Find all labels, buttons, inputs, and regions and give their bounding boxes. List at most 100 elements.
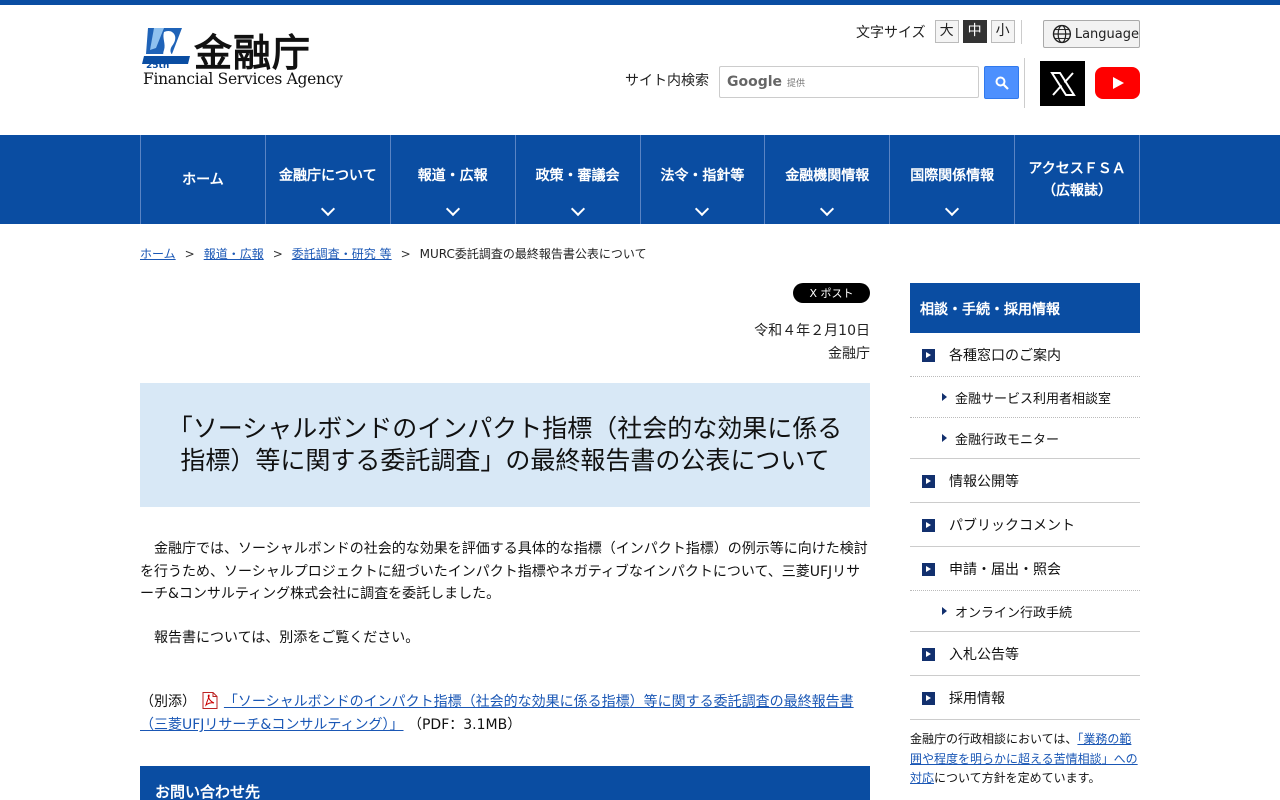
google-provided-text: 提供 <box>787 78 806 89</box>
chevron-down-icon <box>945 201 960 217</box>
google-brand-text: Google <box>727 74 783 90</box>
search-button[interactable] <box>984 66 1019 99</box>
nav-label: 法令・指針等 <box>660 167 745 184</box>
nav-label-sub: （広報誌） <box>1042 182 1113 199</box>
chevron-down-icon <box>320 201 335 217</box>
sidebar-item-label: 金融行政モニター <box>955 432 1060 448</box>
sidebar-subitem-consumer-desk[interactable]: 金融サービス利用者相談室 <box>910 377 1140 418</box>
arrow-square-icon <box>922 562 935 576</box>
attachment-size: （PDF：3.1MB） <box>407 717 522 733</box>
breadcrumb-research[interactable]: 委託調査・研究 等 <box>292 245 392 262</box>
sidebar-item-label: 各種窓口のご案内 <box>949 347 1061 364</box>
sidebar-item-label: 採用情報 <box>949 690 1005 707</box>
font-size-switcher: 文字サイズ 大 中 小 <box>856 20 1015 43</box>
site-search-label: サイト内検索 <box>625 73 709 89</box>
logo-japanese-name: 金融庁 <box>194 30 312 75</box>
font-size-label: 文字サイズ <box>856 24 926 41</box>
language-label: Language <box>1074 26 1139 42</box>
sidebar-item-windows[interactable]: 各種窓口のご案内 <box>910 333 1140 377</box>
nav-label: ホーム <box>182 171 224 188</box>
x-link[interactable] <box>1040 61 1085 106</box>
fsa-logo[interactable]: 25th 金融庁 Financial Services Agency <box>142 24 343 90</box>
sidebar-item-public-comment[interactable]: パブリックコメント <box>910 503 1140 547</box>
font-size-large-button[interactable]: 大 <box>934 20 959 43</box>
nav-label: 政策・審議会 <box>535 167 620 184</box>
header-divider-2 <box>1024 58 1025 108</box>
nav-home[interactable]: ホーム <box>141 135 266 224</box>
publisher: 金融庁 <box>828 346 870 362</box>
sidebar-item-disclosure[interactable]: 情報公開等 <box>910 459 1140 503</box>
sidebar-note-suffix: について方針を定めています。 <box>934 771 1101 785</box>
nav-label: 国際関係情報 <box>910 167 995 184</box>
search-icon <box>995 76 1009 90</box>
fsa-emblem-icon: 25th <box>142 28 190 70</box>
nav-laws[interactable]: 法令・指針等 <box>641 135 766 224</box>
logo-badge: 25th <box>146 61 169 70</box>
chevron-down-icon <box>820 201 835 217</box>
nav-about-fsa[interactable]: 金融庁について <box>266 135 391 224</box>
breadcrumb-separator: > <box>184 246 195 261</box>
sidebar-item-label: 情報公開等 <box>949 473 1019 490</box>
sidebar-heading: 相談・手続・採用情報 <box>910 283 1140 333</box>
sidebar-item-label: 申請・届出・照会 <box>949 561 1061 578</box>
sidebar-subitem-monitor[interactable]: 金融行政モニター <box>910 418 1140 459</box>
top-accent-bar <box>0 0 1280 5</box>
body-paragraph-2: 報告書については、別添をご覧ください。 <box>140 630 420 646</box>
nav-access-fsa[interactable]: アクセスＦＳＡ （広報誌） <box>1015 135 1140 224</box>
x-post-button[interactable]: X ポスト <box>793 283 870 303</box>
language-button[interactable]: Language <box>1043 20 1140 48</box>
nav-label: 金融機関情報 <box>785 167 870 184</box>
sidebar-note-prefix: 金融庁の行政相談においては、 <box>910 732 1078 746</box>
nav-label: 報道・広報 <box>417 167 488 184</box>
font-size-small-button[interactable]: 小 <box>990 20 1015 43</box>
sidebar-item-recruitment[interactable]: 採用情報 <box>910 676 1140 720</box>
sidebar-note: 金融庁の行政相談においては、「業務の範囲や程度を明らかに超える苦情相談」への対応… <box>910 730 1140 789</box>
nav-label: アクセスＦＳＡ <box>1028 160 1126 177</box>
nav-press[interactable]: 報道・広報 <box>391 135 516 224</box>
triangle-right-icon <box>942 434 947 442</box>
sidebar-item-applications[interactable]: 申請・届出・照会 <box>910 547 1140 591</box>
globe-icon <box>1052 24 1072 44</box>
arrow-square-icon <box>922 691 935 705</box>
sidebar-item-label: 金融サービス利用者相談室 <box>955 391 1112 407</box>
arrow-square-icon <box>922 518 935 532</box>
sidebar-subitem-online-procedures[interactable]: オンライン行政手続 <box>910 591 1140 632</box>
logo-english-name: Financial Services Agency <box>143 70 343 88</box>
nav-international[interactable]: 国際関係情報 <box>890 135 1016 224</box>
sidebar-item-label: パブリックコメント <box>949 517 1075 534</box>
font-size-medium-button[interactable]: 中 <box>962 20 987 43</box>
youtube-link[interactable] <box>1095 67 1140 99</box>
sidebar-item-label: 入札公告等 <box>949 646 1019 663</box>
breadcrumb: ホーム > 報道・広報 > 委託調査・研究 等 > MURC委託調査の最終報告書… <box>140 245 647 262</box>
nav-institutions[interactable]: 金融機関情報 <box>765 135 891 224</box>
header-divider <box>1021 20 1022 44</box>
page-title: 「ソーシャルボンドのインパクト指標（社会的な効果に係る指標）等に関する委託調査」… <box>167 414 843 475</box>
breadcrumb-press[interactable]: 報道・広報 <box>204 245 264 262</box>
arrow-square-icon <box>922 348 935 362</box>
arrow-square-icon <box>922 474 935 488</box>
breadcrumb-current: MURC委託調査の最終報告書公表について <box>419 247 647 261</box>
breadcrumb-separator: > <box>400 246 411 261</box>
breadcrumb-home[interactable]: ホーム <box>140 245 176 262</box>
sidebar-item-bids[interactable]: 入札公告等 <box>910 632 1140 676</box>
breadcrumb-separator: > <box>272 246 283 261</box>
attachment: （別添） 「ソーシャルボンドのインパクト指標（社会的な効果に係る指標）等に関する… <box>140 691 872 737</box>
global-navigation: ホーム 金融庁について 報道・広報 政策・審議会 法令・指針等 金融機関情報 国… <box>0 135 1280 224</box>
nav-policy[interactable]: 政策・審議会 <box>516 135 641 224</box>
search-input[interactable]: Google 提供 <box>719 66 979 98</box>
youtube-play-icon <box>1112 77 1124 89</box>
nav-label: 金融庁について <box>279 167 377 184</box>
chevron-down-icon <box>695 201 710 217</box>
page-title-box: 「ソーシャルボンドのインパクト指標（社会的な効果に係る指標）等に関する委託調査」… <box>140 383 870 507</box>
triangle-right-icon <box>942 607 947 615</box>
contact-heading: お問い合わせ先 <box>140 766 870 800</box>
arrow-square-icon <box>922 647 935 661</box>
sidebar-item-label: オンライン行政手続 <box>955 605 1073 621</box>
publication-date: 令和４年２月10日 <box>754 323 870 339</box>
x-logo-icon <box>1049 71 1076 96</box>
body-paragraph-1: 金融庁では、ソーシャルボンドの社会的な効果を評価する具体的な指標（インパクト指標… <box>140 541 868 602</box>
attachment-prefix: （別添） <box>140 694 196 710</box>
triangle-right-icon <box>942 393 947 401</box>
sidebar: 相談・手続・採用情報 各種窓口のご案内 金融サービス利用者相談室 金融行政モニタ… <box>910 283 1140 789</box>
chevron-down-icon <box>445 201 460 217</box>
